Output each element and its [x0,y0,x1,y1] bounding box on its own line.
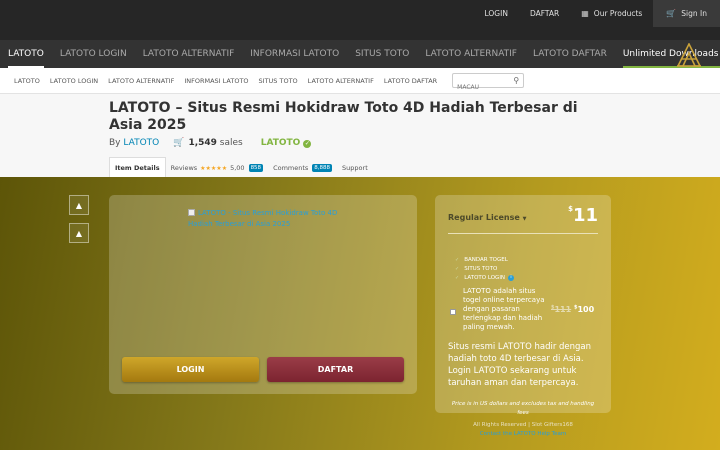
main-nav: LATOTO LATOTO LOGIN LATOTO ALTERNATIF IN… [0,40,720,68]
divider [448,233,598,234]
check-icon: ✓ [455,275,460,281]
check-icon: ✓ [455,266,460,272]
comments-label: Comments [273,164,309,172]
daftar-button[interactable]: DAFTAR [267,357,404,382]
prev-arrow-icon[interactable]: ▲ [69,195,89,215]
brand-logo-icon[interactable] [676,43,702,67]
sub-nav: LATOTO LATOTO LOGIN LATOTO ALTERNATIF IN… [0,68,720,94]
extended-price: $111 $100 [551,304,594,314]
chevron-down-icon: ▼ [522,216,527,222]
purchase-panel: Regular License ▼ $11 ✓ BANDAR TOGEL ✓ SIT… [435,195,611,416]
check-icon: ✓ [455,257,460,263]
subnav-item-latoto-alternatif[interactable]: LATOTO ALTERNATIF [103,77,179,85]
old-price: $111 [551,304,572,314]
mainnav-item-latoto[interactable]: LATOTO [0,40,52,68]
subnav-item-latoto[interactable]: LATOTO [9,77,45,85]
price: $11 [568,205,598,226]
sign-in-button[interactable]: 🛒 Sign In [653,0,720,27]
check-icon: ✓ [303,140,312,148]
top-links: LOGIN DAFTAR ▦ Our Products 🛒 Sign In [473,0,720,27]
mainnav-item-latoto-daftar[interactable]: LATOTO DAFTAR [525,40,615,68]
license-selector[interactable]: Regular License ▼ [448,213,526,222]
feature-item: ✓ BANDAR TOGEL [455,257,508,263]
mainnav-item-latoto-login[interactable]: LATOTO LOGIN [52,40,135,68]
tab-item-details[interactable]: Item Details [109,157,166,177]
subnav-item-informasi-latoto[interactable]: INFORMASI LATOTO [179,77,253,85]
search-icon[interactable]: ⚲ [513,76,519,85]
author-badge[interactable]: LATOTO ✓ [261,138,312,148]
feature-item: ✓ LATOTO LOGIN i [455,275,515,281]
info-icon[interactable]: i [508,275,515,281]
next-arrow-icon[interactable]: ▲ [69,223,89,243]
subnav-item-latoto-alternatif-2[interactable]: LATOTO ALTERNATIF [303,77,379,85]
copyright-text: All Rights Reserved | Slot Gifters168 [473,422,573,428]
copyright: All Rights Reserved | Slot Gifters168 Co… [430,421,616,439]
unlimited-downloads-link[interactable]: Unlimited Downloads [615,40,720,68]
mainnav-item-latoto-alternatif[interactable]: LATOTO ALTERNATIF [135,40,243,68]
rating-stars-icon: ★★★★★ [200,164,228,172]
price-value: 11 [572,205,598,226]
page-title: LATOTO – Situs Resmi Hokidraw Toto 4D Ha… [109,100,578,133]
top-login-link[interactable]: LOGIN [473,0,518,27]
cart-icon: 🛒 [666,9,677,18]
broken-image-icon [188,209,195,216]
our-products-label: Our Products [593,9,643,18]
mainnav-item-informasi-latoto[interactable]: INFORMASI LATOTO [242,40,347,68]
hero-section: ▲ ▲ LATOTO - Situs Resmi Hokidraw Toto 4… [0,177,720,450]
comments-count-badge: 8,888 [312,164,333,172]
by-label: By [109,138,121,148]
tab-reviews[interactable]: Reviews ★★★★★ 5,00 858 [166,159,268,177]
item-header: LATOTO – Situs Resmi Hokidraw Toto 4D Ha… [0,94,720,177]
tab-support[interactable]: Support [337,159,373,177]
author-link[interactable]: LATOTO [123,138,159,148]
sign-in-label: Sign In [681,9,707,18]
preview-image-alt: LATOTO - Situs Resmi Hokidraw Toto 4D Ha… [188,209,338,228]
item-description: Situs resmi LATOTO hadir dengan hadiah t… [448,342,592,388]
rating-value: 5,00 [230,164,245,172]
item-meta: By LATOTO 🛒 1,549 sales LATOTO ✓ [109,138,312,148]
reviews-label: Reviews [170,164,198,172]
search-input[interactable] [453,81,510,94]
sales-count: 1,549 sales [188,138,243,148]
license-label: Regular License [448,213,520,222]
search-box: ⚲ [452,73,525,94]
help-link[interactable]: Contact the LATOTO Help Team [480,431,566,437]
top-bar: LOGIN DAFTAR ▦ Our Products 🛒 Sign In [0,0,720,40]
support-checkbox[interactable] [450,309,456,315]
grid-icon: ▦ [581,9,589,18]
tab-comments[interactable]: Comments 8,888 [268,159,337,177]
top-daftar-link[interactable]: DAFTAR [519,0,570,27]
reviews-count-badge: 858 [248,164,264,172]
subnav-item-situs-toto[interactable]: SITUS TOTO [254,77,303,85]
by-line: By LATOTO [109,138,159,148]
our-products-link[interactable]: ▦ Our Products [570,0,653,27]
mainnav-item-latoto-alternatif-2[interactable]: LATOTO ALTERNATIF [417,40,525,68]
feature-item: ✓ SITUS TOTO [455,266,498,272]
preview-image: LATOTO - Situs Resmi Hokidraw Toto 4D Ha… [188,208,348,230]
new-price: $100 [573,304,595,314]
item-tabs: Item Details Reviews ★★★★★ 5,00 858 Comm… [109,157,373,177]
subnav-item-latoto-daftar[interactable]: LATOTO DAFTAR [379,77,442,85]
cart-icon: 🛒 [173,138,185,148]
support-text: LATOTO adalah situs togel online terperc… [463,287,545,331]
mainnav-item-situs-toto[interactable]: SITUS TOTO [347,40,417,68]
login-button[interactable]: LOGIN [122,357,259,382]
subnav-item-latoto-login[interactable]: LATOTO LOGIN [45,77,103,85]
price-note: Price is in US dollars and excludes tax … [451,401,595,416]
